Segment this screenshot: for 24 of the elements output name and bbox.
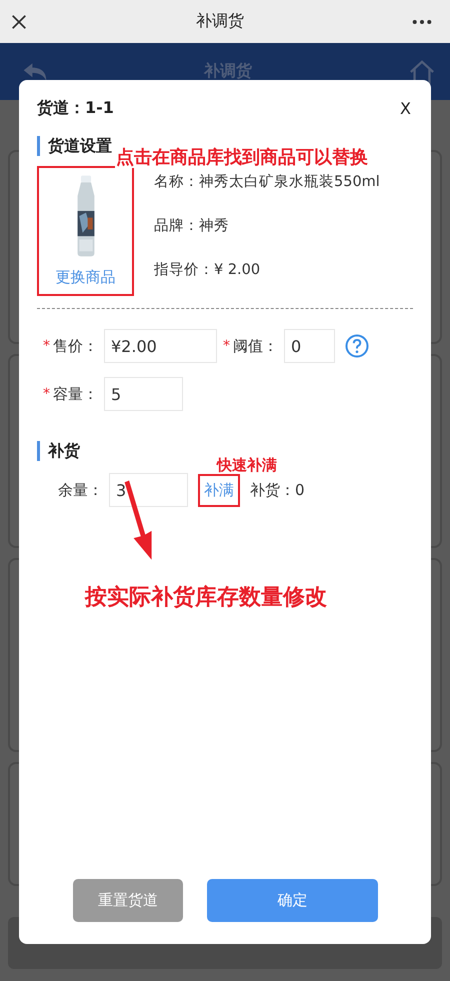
input-field[interactable]: 3 <box>109 473 188 507</box>
field-label: 余量： <box>58 480 103 500</box>
input-field[interactable]: 0 <box>284 329 335 363</box>
required-mark: * <box>223 338 230 354</box>
more-icon[interactable] <box>412 18 432 24</box>
field-label: 容量： <box>53 384 98 404</box>
back-arrow-icon[interactable] <box>22 60 48 82</box>
close-icon[interactable] <box>10 12 28 30</box>
page-title: 补调货 <box>204 61 252 82</box>
required-mark: * <box>43 338 50 354</box>
restock-count: 补货：0 <box>250 480 305 500</box>
lane-title: 货道：1-1 <box>37 98 114 118</box>
product-brand: 品牌：神秀 <box>154 217 230 235</box>
required-mark: * <box>43 386 50 402</box>
input-field[interactable]: ¥2.00 <box>104 329 217 363</box>
input-field[interactable]: 5 <box>104 377 183 411</box>
annotation-text: 按实际补货库存数量修改 <box>85 584 327 612</box>
help-icon[interactable] <box>345 334 369 358</box>
product-name: 名称：神秀太白矿泉水瓶装550ml <box>154 172 380 191</box>
close-button[interactable]: X <box>398 98 413 118</box>
field-label: 阈值： <box>233 336 278 356</box>
app-title: 补调货 <box>196 11 244 32</box>
guide-price: 指导价：¥ 2.00 <box>154 261 262 279</box>
field-label: 售价： <box>53 336 98 356</box>
